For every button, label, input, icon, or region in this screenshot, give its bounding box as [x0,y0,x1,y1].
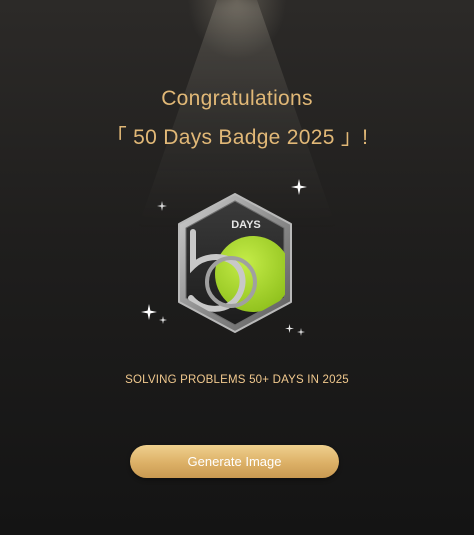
generate-image-button[interactable]: Generate Image [130,445,339,478]
congratulations-title: Congratulations [161,87,313,110]
badge-name-title: 「 50 Days Badge 2025 」! [105,126,369,149]
badge-days-label: DAYS [231,219,261,231]
badge-icon: DAYS [178,193,292,333]
badge-caption: SOLVING PROBLEMS 50+ DAYS IN 2025 [125,374,349,386]
badge-50-days: DAYS [135,170,335,350]
spotlight-core [187,0,287,60]
